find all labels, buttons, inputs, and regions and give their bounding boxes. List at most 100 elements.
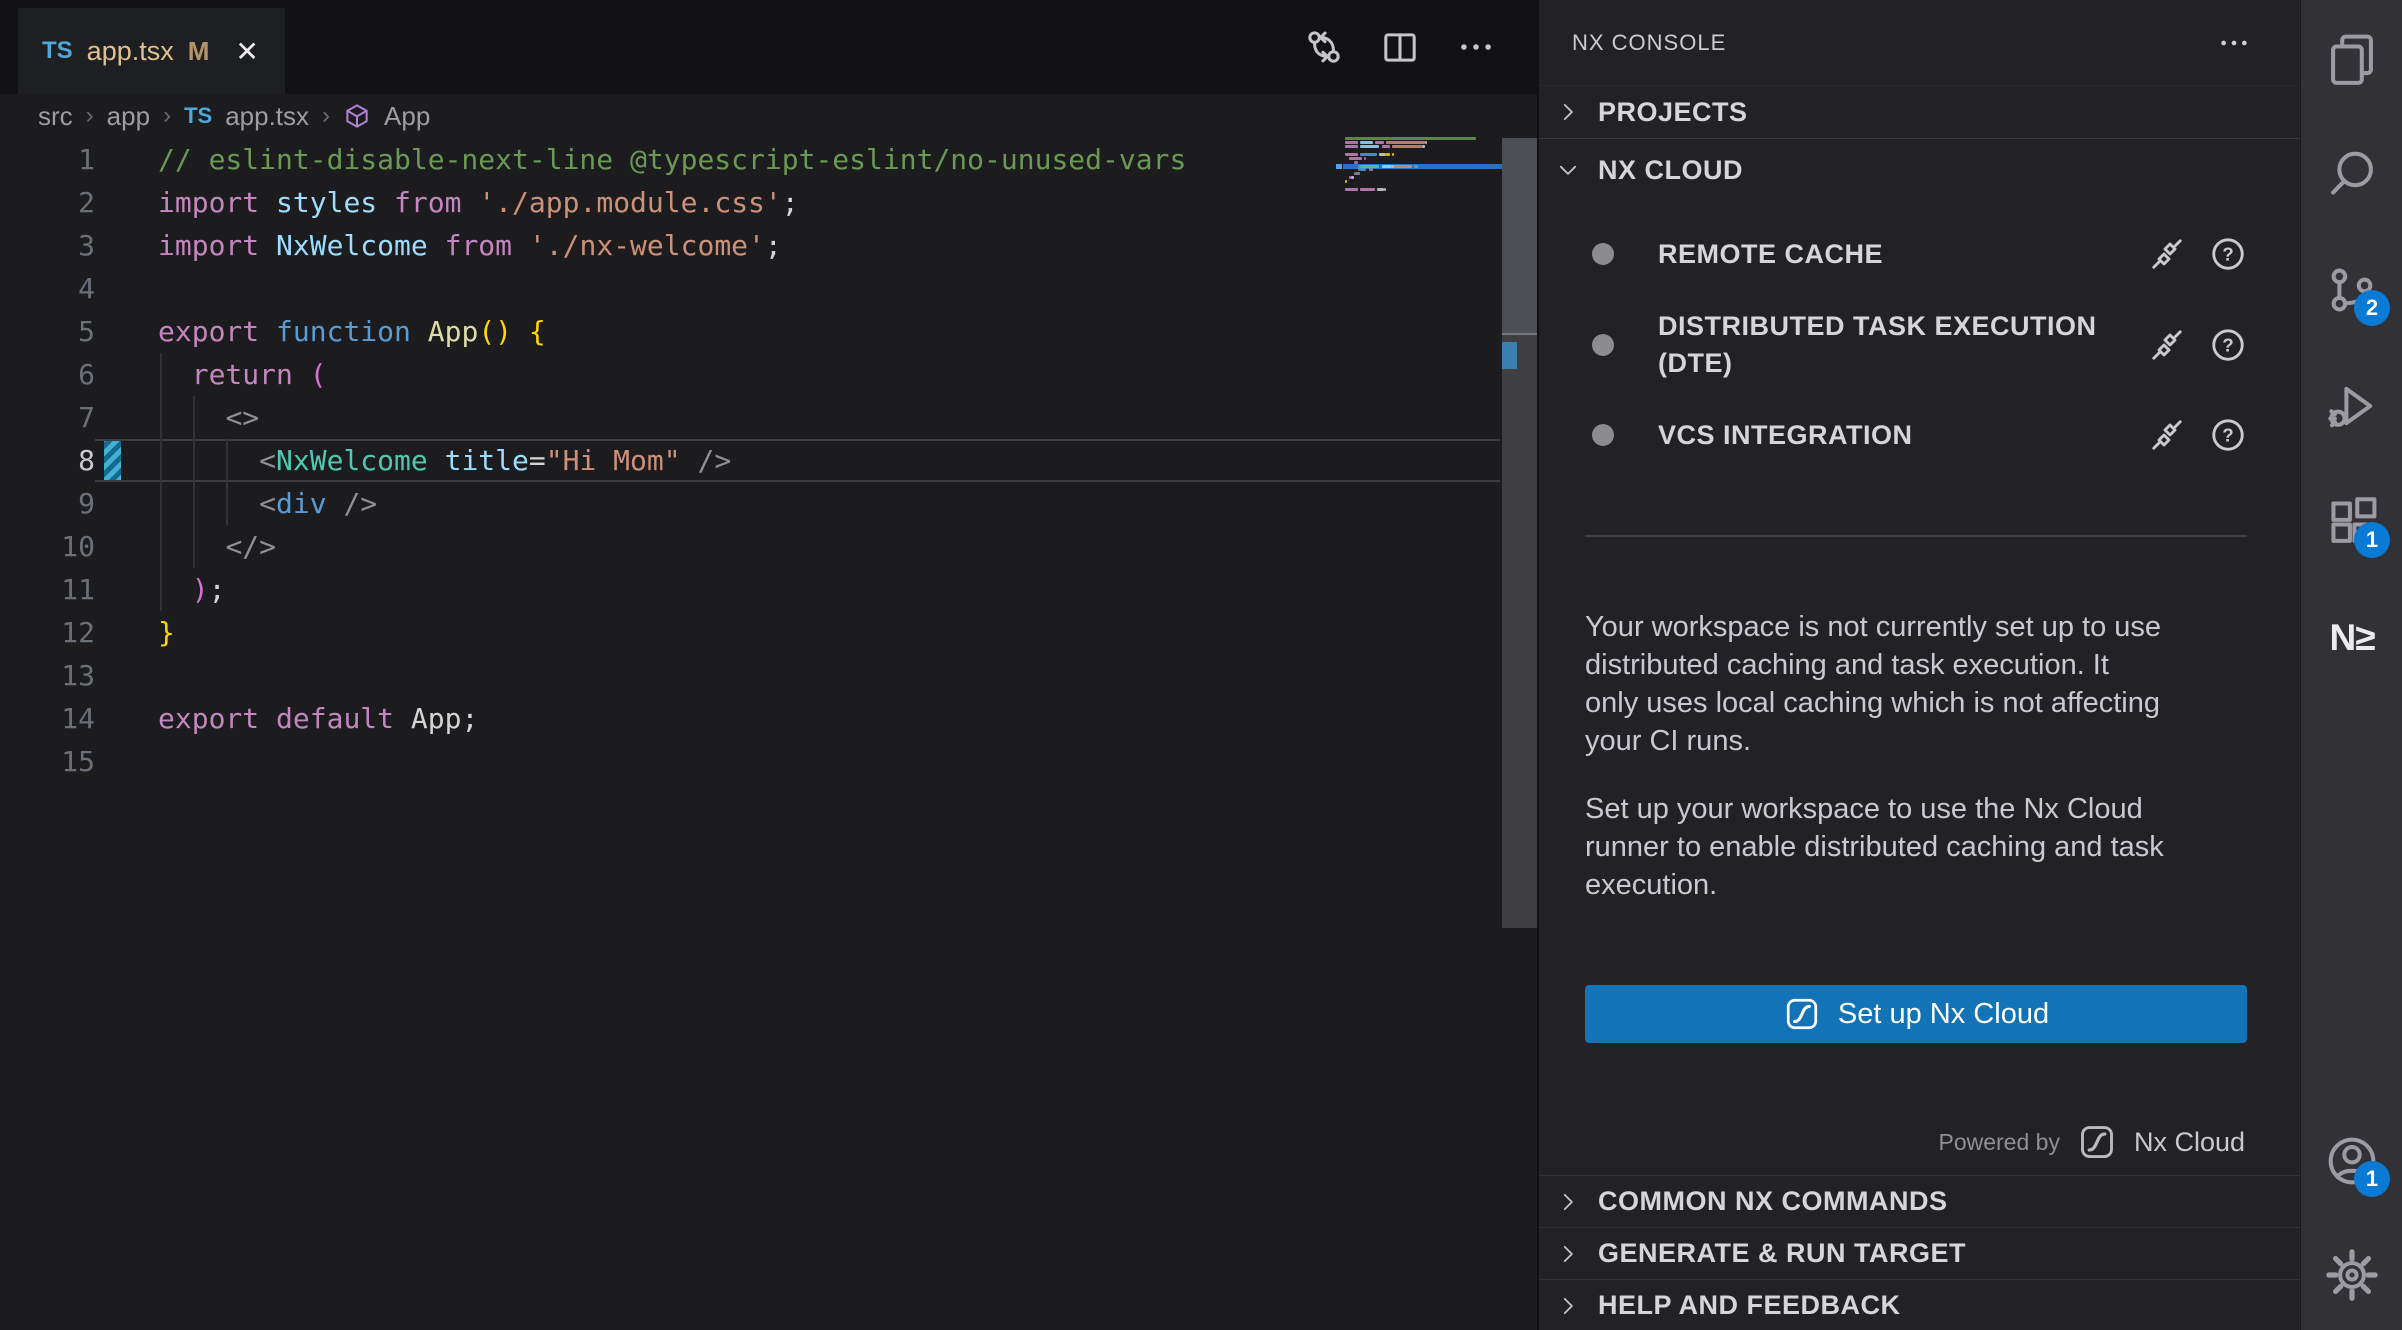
line-number: 11 <box>0 573 95 606</box>
setup-button-label: Set up Nx Cloud <box>1838 998 2049 1031</box>
section-common-nx-commands[interactable]: COMMON NX COMMANDS <box>1539 1175 2300 1227</box>
help-icon[interactable]: ? <box>2208 234 2248 274</box>
connect-icon[interactable] <box>2147 415 2187 455</box>
activity-source-control[interactable]: 2 <box>2324 262 2380 318</box>
editor-scrollbar[interactable] <box>1502 138 1537 928</box>
minimap-code-mark <box>1382 165 1393 168</box>
minimap-code-mark <box>1382 145 1391 148</box>
activity-nx-console[interactable]: N≥ <box>2324 610 2380 666</box>
connect-icon[interactable] <box>2147 325 2187 365</box>
panel-more-actions-icon[interactable] <box>2216 25 2252 61</box>
code-text: return ( <box>158 358 327 391</box>
breadcrumb: src › app › TS app.tsx › App <box>0 94 1537 138</box>
workspace-status-message: Your workspace is not currently set up t… <box>1585 608 2161 760</box>
badge: 1 <box>2354 522 2390 558</box>
line-number: 7 <box>0 401 95 434</box>
activity-search[interactable] <box>2324 146 2380 202</box>
gutter <box>95 697 158 740</box>
section-help-and-feedback[interactable]: HELP AND FEEDBACK <box>1539 1279 2300 1330</box>
activity-run-and-debug[interactable] <box>2324 378 2380 434</box>
activity-explorer[interactable] <box>2324 30 2380 86</box>
code-editor[interactable]: 1// eslint-disable-next-line @typescript… <box>0 138 1500 838</box>
line-number: 14 <box>0 702 95 735</box>
code-text: import NxWelcome from './nx-welcome'; <box>158 229 782 262</box>
code-text: <> <box>158 401 259 434</box>
minimap-code-mark <box>1414 165 1418 168</box>
feature-label: VCS INTEGRATION <box>1658 417 2147 454</box>
scrollbar-thumb[interactable] <box>1502 138 1537 335</box>
open-changes-icon[interactable] <box>1303 26 1345 68</box>
help-icon[interactable]: ? <box>2208 325 2248 365</box>
minimap-code-mark <box>1360 141 1373 144</box>
line-number: 2 <box>0 186 95 219</box>
minimap-code-mark <box>1375 141 1384 144</box>
code-line: 10 </> <box>0 525 1500 568</box>
divider <box>1585 535 2247 537</box>
line-number: 15 <box>0 745 95 778</box>
code-line: 4 <box>0 267 1500 310</box>
minimap-code-mark <box>1345 137 1476 140</box>
breadcrumb-app[interactable]: app <box>107 101 150 132</box>
breadcrumb-src[interactable]: src <box>38 101 73 132</box>
code-line: 3import NxWelcome from './nx-welcome'; <box>0 224 1500 267</box>
split-editor-icon[interactable] <box>1379 26 1421 68</box>
code-text: // eslint-disable-next-line @typescript-… <box>158 143 1186 176</box>
close-tab-icon[interactable]: ✕ <box>235 35 258 68</box>
gutter <box>95 654 158 697</box>
code-line: 11 ); <box>0 568 1500 611</box>
gutter <box>95 740 158 783</box>
minimap-code-mark <box>1360 145 1379 148</box>
section-projects[interactable]: PROJECTS <box>1539 86 2300 139</box>
tab-app-tsx[interactable]: TS app.tsx M ✕ <box>18 8 285 94</box>
minimap-code-mark <box>1392 153 1394 156</box>
setup-nx-cloud-button[interactable]: Set up Nx Cloud <box>1585 985 2247 1043</box>
minimap-code-mark <box>1364 157 1366 160</box>
code-text: <div /> <box>158 487 377 520</box>
minimap-code-mark <box>1354 172 1360 175</box>
gutter <box>95 568 158 611</box>
minimap-code-mark <box>1386 153 1390 156</box>
section-nx-cloud[interactable]: NX CLOUD <box>1539 139 2300 201</box>
section-label: COMMON NX COMMANDS <box>1598 1186 1947 1217</box>
minimap[interactable] <box>1343 137 1506 212</box>
collapsed-sections: COMMON NX COMMANDS GENERATE & RUN TARGET H… <box>1539 1175 2300 1330</box>
activity-extensions[interactable]: 1 <box>2324 494 2380 550</box>
minimap-code-mark <box>1360 165 1379 168</box>
setup-suggestion-message: Set up your workspace to use the Nx Clou… <box>1585 790 2164 904</box>
connect-icon[interactable] <box>2147 234 2187 274</box>
minimap-code-mark <box>1360 168 1366 171</box>
tab-bar: TS app.tsx M ✕ <box>0 0 1537 94</box>
code-text: } <box>158 616 175 649</box>
breadcrumb-symbol[interactable]: App <box>384 101 430 132</box>
code-line: 5export function App() { <box>0 310 1500 353</box>
nx-console-panel: NX CONSOLE PROJECTS NX CLOUD REMOTE CACH… <box>1537 0 2300 1330</box>
chevron-right-icon <box>1555 1241 1581 1267</box>
activity-accounts[interactable]: 1 <box>2324 1133 2380 1189</box>
svg-text:?: ? <box>2222 425 2233 446</box>
minimap-code-mark <box>1345 188 1358 191</box>
activity-settings[interactable] <box>2324 1247 2380 1303</box>
more-actions-icon[interactable] <box>1455 26 1497 68</box>
chevron-down-icon <box>1555 157 1581 183</box>
line-number: 10 <box>0 530 95 563</box>
minimap-code-mark <box>1351 176 1353 179</box>
gutter <box>95 224 158 267</box>
section-generate-run-target[interactable]: GENERATE & RUN TARGET <box>1539 1227 2300 1279</box>
breadcrumb-file[interactable]: app.tsx <box>225 101 309 132</box>
section-label: HELP AND FEEDBACK <box>1598 1290 1901 1321</box>
minimap-code-mark <box>1349 157 1362 160</box>
nx-logo-icon: N≥ <box>2324 610 2380 666</box>
line-number: 8 <box>0 444 95 477</box>
minimap-code-mark <box>1354 161 1358 164</box>
code-text: ); <box>158 573 225 606</box>
status-dot <box>1592 334 1614 356</box>
svg-text:?: ? <box>2222 335 2233 356</box>
nx-cloud-logo-icon <box>1783 995 1821 1033</box>
gutter <box>95 611 158 654</box>
vscode-window: TS app.tsx M ✕ src › app › TS app.tsx › … <box>0 0 2402 1330</box>
help-icon[interactable]: ? <box>2208 415 2248 455</box>
code-text: <NxWelcome title="Hi Mom" /> <box>158 444 731 477</box>
code-line: 13 <box>0 654 1500 697</box>
minimap-code-mark <box>1394 165 1411 168</box>
code-text: import styles from './app.module.css'; <box>158 186 799 219</box>
